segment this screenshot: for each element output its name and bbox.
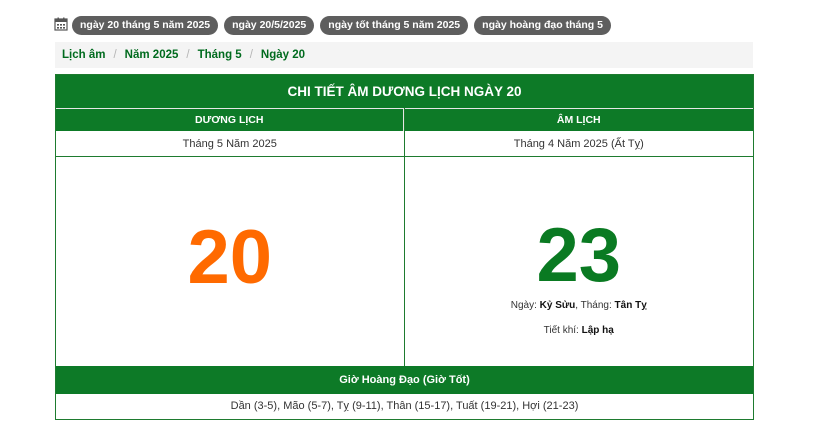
solar-day-cell: 20 <box>56 157 404 365</box>
lunar-month-year: Tháng 4 Năm 2025 (Ất Tỵ) <box>404 131 753 157</box>
tag-bar: ngày 20 tháng 5 năm 2025 ngày 20/5/2025 … <box>54 14 617 36</box>
breadcrumb-item-day[interactable]: Ngày 20 <box>261 49 305 61</box>
panel-title: CHI TIẾT ÂM DƯƠNG LỊCH NGÀY 20 <box>56 75 753 108</box>
lunar-day-cell: 23 Ngày: Kỷ Sửu, Tháng: Tân Tỵ Tiết khí:… <box>405 157 754 365</box>
lunar-header: ÂM LỊCH <box>404 108 753 131</box>
solar-day-number: 20 <box>187 215 273 300</box>
calendar-icon <box>54 17 68 31</box>
tag-link[interactable]: ngày hoàng đạo tháng 5 <box>474 15 611 35</box>
tag-link[interactable]: ngày 20 tháng 5 năm 2025 <box>72 15 219 35</box>
solar-column: DƯƠNG LỊCH Tháng 5 Năm 2025 20 <box>56 108 405 366</box>
solar-term-line: Tiết khí: Lập hạ <box>405 325 754 336</box>
lunar-canchi-line: Ngày: Kỷ Sửu, Tháng: Tân Tỵ <box>405 300 754 311</box>
month-canchi: Tân Tỵ <box>614 300 647 311</box>
tag-link[interactable]: ngày tốt tháng 5 năm 2025 <box>320 15 469 35</box>
breadcrumb-separator: / <box>249 49 253 61</box>
solar-term: Lập hạ <box>581 325 614 336</box>
solar-month-year: Tháng 5 Năm 2025 <box>56 131 404 157</box>
lunar-day-number: 23 <box>536 213 622 298</box>
page: ngày 20 tháng 5 năm 2025 ngày 20/5/2025 … <box>0 0 820 430</box>
breadcrumb-item-lich-am[interactable]: Lịch âm <box>62 49 105 61</box>
tag-link[interactable]: ngày 20/5/2025 <box>224 15 315 35</box>
solar-header: DƯƠNG LỊCH <box>56 108 404 131</box>
day-canchi: Kỷ Sửu <box>539 300 576 311</box>
breadcrumb-separator: / <box>113 49 117 61</box>
breadcrumb-separator: / <box>186 49 190 61</box>
good-hours-list: Dần (3-5), Mão (5-7), Tỵ (9-11), Thân (1… <box>230 400 579 412</box>
term-label: Tiết khí: <box>543 325 582 336</box>
breadcrumb-item-month[interactable]: Tháng 5 <box>198 49 242 61</box>
calendar-detail-panel: CHI TIẾT ÂM DƯƠNG LỊCH NGÀY 20 DƯƠNG LỊC… <box>55 74 754 420</box>
month-label: , Tháng: <box>575 300 615 311</box>
breadcrumb-item-year[interactable]: Năm 2025 <box>125 49 179 61</box>
day-label: Ngày: <box>510 300 540 311</box>
breadcrumb: Lịch âm / Năm 2025 / Tháng 5 / Ngày 20 <box>55 42 753 68</box>
good-hours-header: Giờ Hoàng Đạo (Giờ Tốt) <box>56 366 753 394</box>
lunar-column: ÂM LỊCH Tháng 4 Năm 2025 (Ất Tỵ) 23 Ngày… <box>404 108 754 366</box>
calendar-columns: DƯƠNG LỊCH Tháng 5 Năm 2025 20 ÂM LỊCH T… <box>56 108 753 366</box>
